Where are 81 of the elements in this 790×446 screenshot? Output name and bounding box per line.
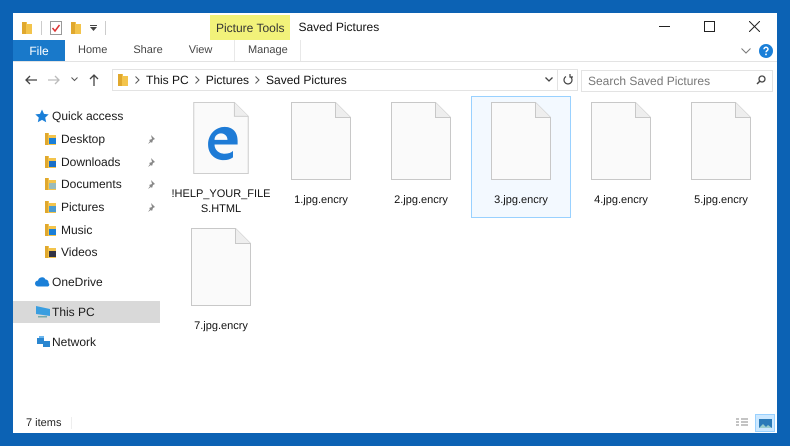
chevron-down-icon[interactable] xyxy=(71,77,78,82)
blank-document-icon xyxy=(291,102,351,180)
properties-icon[interactable] xyxy=(50,20,62,34)
music-folder-icon xyxy=(44,222,58,237)
blank-document-icon xyxy=(391,102,451,180)
image-icon xyxy=(758,418,772,428)
nav-item[interactable]: Network xyxy=(13,330,160,353)
file-name: 1.jpg.encry xyxy=(294,193,348,208)
ribbon-tab[interactable]: Manage xyxy=(234,40,302,61)
nav-item[interactable]: Documents xyxy=(13,173,160,196)
up-arrow-icon[interactable] xyxy=(89,74,99,86)
nav-item[interactable]: OneDrive xyxy=(13,270,160,294)
folder-icon xyxy=(117,72,129,86)
file-item[interactable]: 1.jpg.encry xyxy=(271,96,371,218)
ribbon-tab[interactable]: View xyxy=(176,40,226,61)
chevron-down-icon[interactable] xyxy=(545,77,553,82)
search-field[interactable]: Search Saved Pictures xyxy=(581,70,773,92)
status-text: 7 items xyxy=(26,416,62,431)
pin-icon xyxy=(146,179,156,190)
pin-icon xyxy=(146,156,156,167)
back-arrow-icon[interactable] xyxy=(25,74,37,84)
nav-item[interactable]: Downloads xyxy=(13,150,160,174)
file-item[interactable]: 5.jpg.encry xyxy=(671,96,771,218)
documents-folder-icon xyxy=(44,177,58,192)
context-tab-header: Picture Tools xyxy=(210,15,290,40)
blank-document-icon xyxy=(691,102,751,180)
help-icon[interactable] xyxy=(759,44,773,58)
file-item[interactable]: 4.jpg.encry xyxy=(571,96,671,218)
refresh-button[interactable] xyxy=(558,68,578,90)
large-icons-view-button[interactable] xyxy=(755,414,775,432)
breadcrumb[interactable]: Saved Pictures xyxy=(266,70,347,88)
new-folder-icon xyxy=(70,20,82,34)
search-icon xyxy=(756,74,766,84)
window-title: Saved Pictures xyxy=(298,18,380,36)
file-name: 4.jpg.encry xyxy=(594,193,648,208)
maximize-icon xyxy=(704,21,715,32)
star-icon xyxy=(35,109,49,124)
file-tab[interactable]: File xyxy=(13,40,65,61)
network-icon xyxy=(35,334,51,349)
nav-item[interactable]: Quick access xyxy=(13,105,160,128)
blank-document-icon xyxy=(591,102,651,180)
list-icon xyxy=(736,418,748,428)
breadcrumb[interactable]: This PC xyxy=(146,70,189,88)
cloud-icon xyxy=(35,277,51,288)
nav-item[interactable]: This PC xyxy=(13,300,160,324)
chevron-right-icon[interactable] xyxy=(255,76,260,84)
close-icon xyxy=(749,21,760,32)
blank-document-icon xyxy=(191,228,251,306)
folder-icon xyxy=(21,20,33,34)
file-item[interactable]: !HELP_YOUR_FILE S.HTML xyxy=(171,96,271,218)
chevron-right-icon[interactable] xyxy=(194,76,200,84)
file-name: !HELP_YOUR_FILE S.HTML xyxy=(171,187,271,217)
ribbon-tab[interactable]: Home xyxy=(65,40,120,61)
nav-item[interactable]: Music xyxy=(13,218,160,242)
computer-icon xyxy=(35,305,51,318)
nav-item[interactable]: Desktop xyxy=(13,128,160,150)
file-item[interactable]: 2.jpg.encry xyxy=(371,96,471,218)
chevron-right-icon[interactable] xyxy=(135,76,140,84)
chevron-down-icon[interactable] xyxy=(741,48,751,54)
file-name: 3.jpg.encry xyxy=(494,193,548,208)
file-name: 2.jpg.encry xyxy=(394,193,448,208)
blank-document-icon xyxy=(491,102,551,180)
pin-icon xyxy=(146,202,156,212)
nav-item[interactable]: Videos xyxy=(13,241,160,264)
nav-item[interactable]: Pictures xyxy=(13,196,160,218)
file-item[interactable]: 3.jpg.encry xyxy=(471,96,571,218)
file-name: 7.jpg.encry xyxy=(194,319,248,334)
pictures-folder-icon xyxy=(44,200,58,214)
videos-folder-icon xyxy=(44,245,58,260)
pin-icon xyxy=(146,134,156,144)
refresh-icon xyxy=(562,74,572,85)
ribbon-tab[interactable]: Share xyxy=(120,40,176,61)
breadcrumb[interactable]: Pictures xyxy=(206,70,250,88)
file-name: 5.jpg.encry xyxy=(694,193,748,208)
web-document-icon xyxy=(191,102,251,174)
minimize-icon xyxy=(659,26,670,27)
address-bar[interactable]: This PC Pictures Saved Pictures xyxy=(112,68,558,90)
file-item[interactable]: 7.jpg.encry xyxy=(171,222,271,344)
downloads-folder-icon xyxy=(44,154,58,169)
dropdown-icon[interactable] xyxy=(90,24,97,30)
desktop-folder-icon xyxy=(44,132,58,146)
